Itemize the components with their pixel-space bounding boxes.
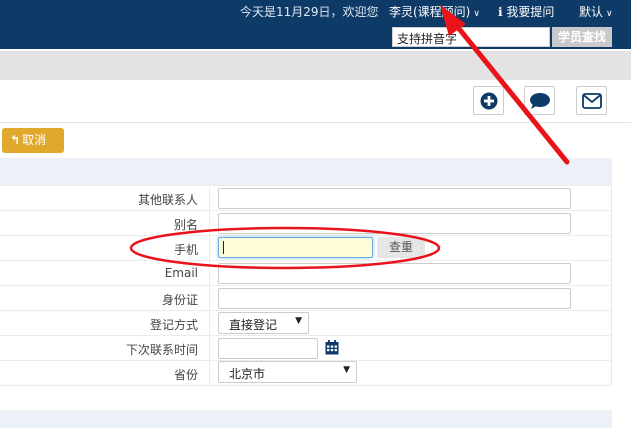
reply-arrow-icon: ↰: [10, 133, 21, 147]
dropdown-arrow-icon: ▼: [295, 316, 302, 326]
envelope-icon: [581, 92, 602, 109]
default-menu[interactable]: 默认 ∨: [579, 3, 613, 20]
check-duplicate-button[interactable]: 查重: [377, 237, 425, 258]
next-contact-date-input[interactable]: [218, 338, 318, 359]
province-value: 北京市: [229, 367, 266, 381]
default-label: 默认: [579, 5, 604, 19]
student-search-input[interactable]: 支持拼音字: [392, 27, 550, 47]
registration-method-value: 直接登记: [229, 318, 278, 332]
province-select[interactable]: 北京市 ▼: [218, 361, 357, 383]
other-contact-input[interactable]: [218, 188, 571, 209]
calendar-icon[interactable]: [325, 340, 339, 355]
dropdown-arrow-icon: ▼: [343, 365, 350, 375]
form-row-end: [0, 385, 612, 386]
cancel-button[interactable]: ↰ 取消: [2, 128, 64, 153]
field-label: 其他联系人: [137, 193, 198, 207]
student-search-button[interactable]: 学员查找: [552, 27, 612, 47]
breadcrumb-bar: [0, 51, 631, 80]
field-label: 省份: [173, 368, 198, 382]
field-label: Email: [164, 266, 198, 280]
plus-circle-icon: [480, 92, 497, 109]
email-input[interactable]: [218, 263, 571, 284]
field-label: 手机: [173, 243, 198, 257]
field-label: 别名: [173, 218, 198, 232]
add-button[interactable]: [473, 86, 504, 115]
message-button[interactable]: [524, 86, 555, 115]
field-label: 下次联系时间: [125, 343, 198, 357]
field-label: 身份证: [161, 293, 198, 307]
top-navbar: 今天是11月29日，欢迎您 李灵(课程顾问) ∨ ℹ︎ 我要提问 默认 ∨ 支持拼音…: [0, 0, 631, 49]
alias-input[interactable]: [218, 213, 571, 234]
toolbar-divider: [0, 122, 631, 123]
text-cursor: [223, 241, 224, 254]
help-link[interactable]: ℹ︎ 我要提问: [498, 3, 554, 20]
registration-method-select[interactable]: 直接登记 ▼: [218, 312, 309, 334]
section-header: [0, 410, 612, 428]
chevron-down-icon: ∨: [473, 9, 480, 19]
cancel-label: 取消: [22, 133, 47, 147]
mobile-input[interactable]: [218, 237, 373, 258]
greeting-text: 今天是11月29日，欢迎您: [240, 5, 379, 19]
user-menu[interactable]: 李灵(课程顾问) ∨: [389, 3, 480, 20]
chat-bubble-icon: [529, 92, 550, 109]
field-label: 登记方式: [149, 318, 198, 332]
id-card-input[interactable]: [218, 288, 571, 309]
chevron-down-icon: ∨: [606, 9, 613, 19]
section-header: [0, 158, 612, 185]
help-label: 我要提问: [506, 5, 555, 19]
mail-button[interactable]: [576, 86, 607, 115]
user-name: 李灵(课程顾问): [389, 5, 471, 19]
